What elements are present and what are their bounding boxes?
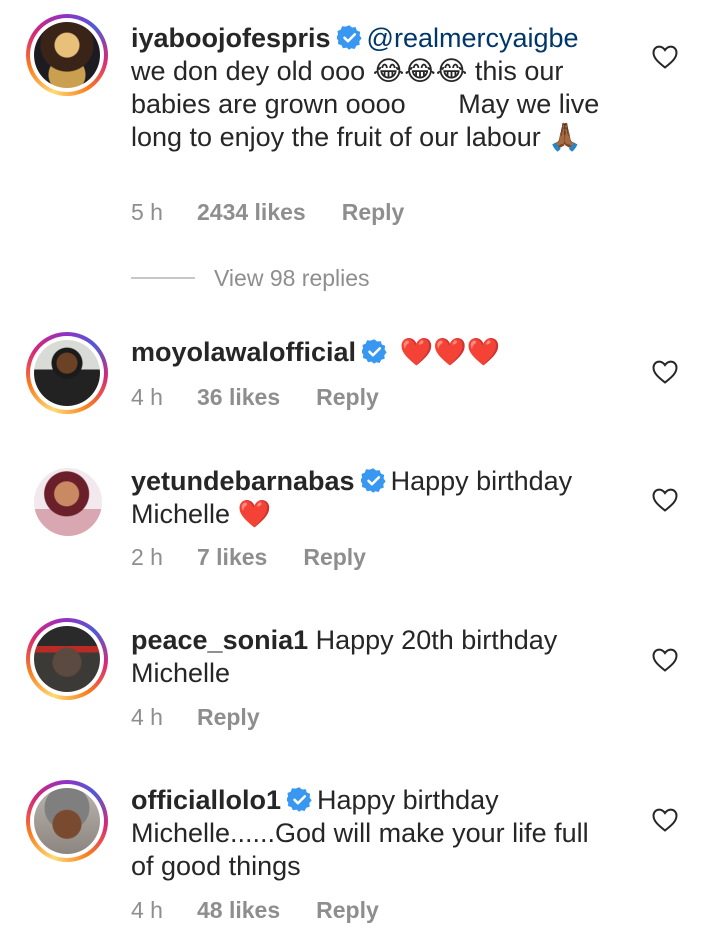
username[interactable]: iyaboojofespris [131, 23, 331, 53]
verified-badge-icon [287, 787, 312, 812]
comment-peace_sonia1: peace_sonia1 Happy 20th birthday Michell… [0, 612, 720, 742]
avatar[interactable] [34, 626, 100, 692]
likes-count[interactable]: 7 likes [197, 544, 267, 570]
comment-text: officiallolo1 Happy birthday Michelle....… [131, 785, 589, 881]
avatar-story-ring[interactable] [26, 618, 108, 700]
comment-text: moyolawalofficial ❤️❤️❤️ [131, 336, 621, 369]
comment-meta: 2 h 7 likes Reply [131, 544, 402, 571]
avatar-story-ring[interactable] [26, 14, 108, 96]
verified-badge-icon [362, 339, 387, 364]
divider [131, 277, 195, 279]
comment-text: yetundebarnabas Happy birthday Michelle ❤… [131, 466, 573, 530]
comment-meta: 4 h Reply [131, 704, 296, 731]
verified-badge-icon [361, 468, 386, 493]
reply-button[interactable]: Reply [316, 897, 379, 923]
avatar-story-ring[interactable] [26, 332, 108, 414]
folded-hands-emoji-icon: 🙏🏾 [548, 122, 582, 153]
like-heart-icon[interactable] [652, 808, 678, 832]
avatar[interactable] [34, 788, 100, 854]
timestamp: 5 h [131, 199, 163, 225]
avatar[interactable] [34, 340, 100, 406]
avatar-story-ring[interactable] [26, 780, 108, 862]
view-replies-label[interactable]: View 98 replies [214, 265, 370, 292]
reply-button[interactable]: Reply [303, 544, 366, 570]
avatar[interactable] [34, 468, 102, 536]
username[interactable]: moyolawalofficial [131, 337, 356, 367]
comment-meta: 4 h 48 likes Reply [131, 897, 415, 924]
like-heart-icon[interactable] [652, 648, 678, 672]
red-hearts-emoji-icon: ❤️❤️❤️ [399, 337, 501, 368]
timestamp: 4 h [131, 897, 163, 923]
comment-iyaboojofespris: iyaboojofespris @realmercyaigbe we don de… [0, 0, 720, 250]
comment-meta: 4 h 36 likes Reply [131, 384, 415, 411]
avatar[interactable] [34, 22, 100, 88]
comment-text: iyaboojofespris @realmercyaigbe we don de… [131, 23, 600, 153]
username[interactable]: peace_sonia1 [131, 625, 308, 655]
likes-count[interactable]: 48 likes [197, 897, 280, 923]
laughing-emoji-icon: 😂😂😂 [372, 56, 468, 87]
mention-link[interactable]: @realmercyaigbe [367, 23, 579, 53]
comment-yetundebarnabas: yetundebarnabas Happy birthday Michelle ❤… [0, 455, 720, 585]
verified-badge-icon [337, 25, 362, 50]
timestamp: 4 h [131, 704, 163, 730]
like-heart-icon[interactable] [652, 45, 678, 69]
timestamp: 4 h [131, 384, 163, 410]
comment-meta: 5 h 2434 likes Reply [131, 199, 440, 226]
username[interactable]: yetundebarnabas [131, 466, 355, 496]
likes-count[interactable]: 36 likes [197, 384, 280, 410]
reply-button[interactable]: Reply [316, 384, 379, 410]
comment-text: peace_sonia1 Happy 20th birthday Michell… [131, 625, 558, 688]
like-heart-icon[interactable] [652, 360, 678, 384]
view-replies-button[interactable]: View 98 replies [131, 265, 431, 297]
reply-button[interactable]: Reply [342, 199, 405, 225]
like-heart-icon[interactable] [652, 488, 678, 512]
likes-count[interactable]: 2434 likes [197, 199, 306, 225]
comment-officiallolo1: officiallolo1 Happy birthday Michelle....… [0, 770, 720, 942]
red-heart-emoji-icon: ❤️ [237, 499, 272, 530]
comment-moyolawalofficial: moyolawalofficial ❤️❤️❤️ 4 h 36 likes Repl… [0, 320, 720, 420]
reply-button[interactable]: Reply [197, 704, 260, 730]
timestamp: 2 h [131, 544, 163, 570]
username[interactable]: officiallolo1 [131, 785, 281, 815]
